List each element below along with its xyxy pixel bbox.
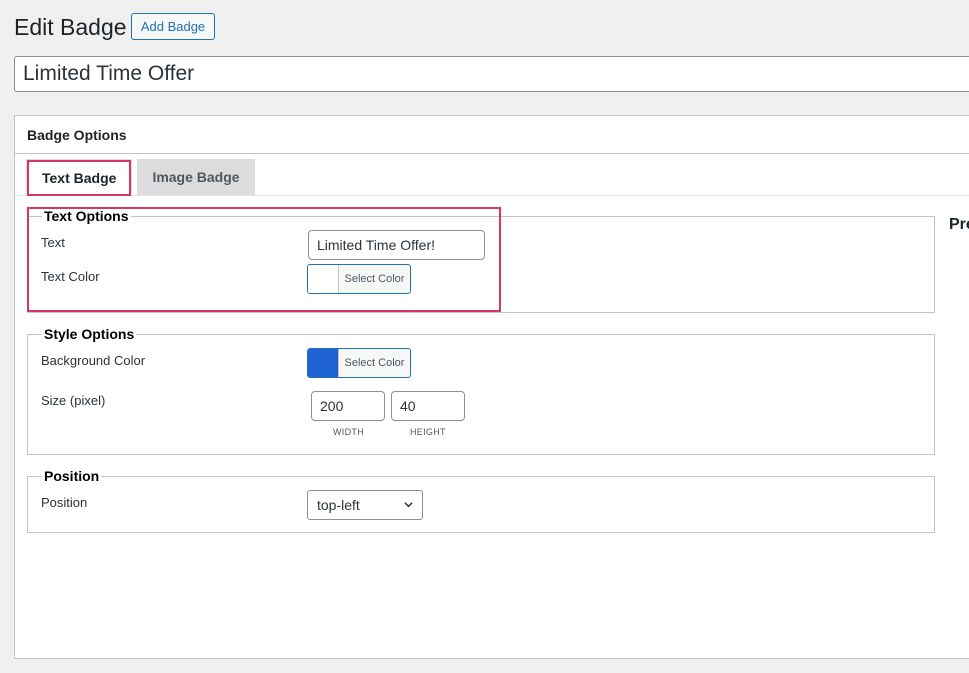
background-color-label: Background Color xyxy=(41,353,146,368)
size-label: Size (pixel) xyxy=(41,393,106,408)
background-color-button[interactable]: Select Color xyxy=(307,348,411,378)
position-legend: Position xyxy=(42,468,102,484)
width-caption: WIDTH xyxy=(333,427,364,437)
add-badge-button[interactable]: Add Badge xyxy=(131,13,215,40)
page-title: Edit Badge xyxy=(14,14,127,40)
position-label: Position xyxy=(41,495,88,510)
postbox-title: Badge Options xyxy=(15,116,969,154)
tab-image-badge[interactable]: Image Badge xyxy=(137,159,255,195)
style-options-group: Style Options Background Color Select Co… xyxy=(27,326,935,455)
position-select[interactable]: top-left xyxy=(307,490,423,520)
position-group: Position Position top-left xyxy=(27,468,935,533)
height-caption: HEIGHT xyxy=(410,427,446,437)
chevron-down-icon xyxy=(404,502,413,508)
tab-highlight-box xyxy=(27,160,131,196)
height-input[interactable]: 40 xyxy=(391,391,465,421)
style-options-legend: Style Options xyxy=(42,326,137,342)
width-input[interactable]: 200 xyxy=(311,391,385,421)
badge-options-postbox: Badge Options Text Badge Image Badge Tex… xyxy=(14,115,969,659)
badge-title-input[interactable]: Limited Time Offer xyxy=(14,56,969,92)
tabs-divider xyxy=(15,195,969,196)
background-color-swatch xyxy=(308,349,339,377)
text-options-highlight-box xyxy=(27,207,501,312)
background-color-button-label: Select Color xyxy=(344,357,405,369)
position-select-value: top-left xyxy=(317,497,360,513)
preview-label: Pre xyxy=(949,216,969,233)
